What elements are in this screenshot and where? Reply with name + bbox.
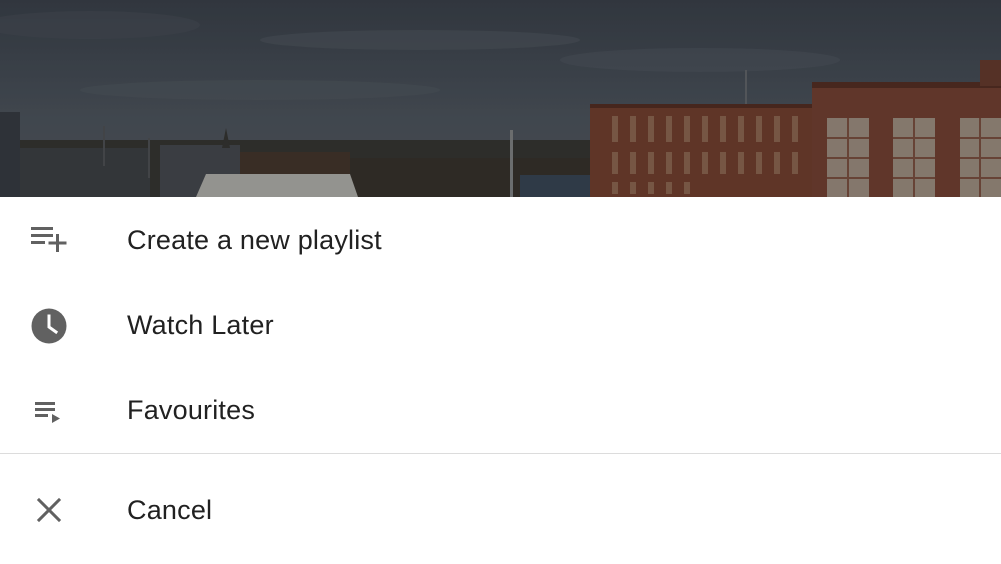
cancel-button[interactable]: Cancel (0, 454, 1001, 564)
video-frame-image (0, 0, 1001, 197)
add-to-playlist-sheet: Create a new playlist Watch Later Favour… (0, 197, 1001, 564)
playlist-play-icon (30, 392, 68, 430)
menu-item-watch-later[interactable]: Watch Later (0, 283, 1001, 368)
menu-item-label: Watch Later (127, 310, 274, 340)
screen: Create a new playlist Watch Later Favour… (0, 0, 1001, 564)
menu-item-label: Favourites (127, 395, 256, 425)
clock-icon (30, 307, 68, 345)
menu-item-create-playlist[interactable]: Create a new playlist (0, 197, 1001, 283)
menu-item-favourites[interactable]: Favourites (0, 368, 1001, 453)
menu-item-label: Create a new playlist (127, 224, 382, 255)
video-player-background (0, 0, 1001, 197)
cancel-label: Cancel (127, 494, 213, 525)
playlist-add-icon (30, 221, 68, 259)
close-icon (30, 491, 68, 529)
